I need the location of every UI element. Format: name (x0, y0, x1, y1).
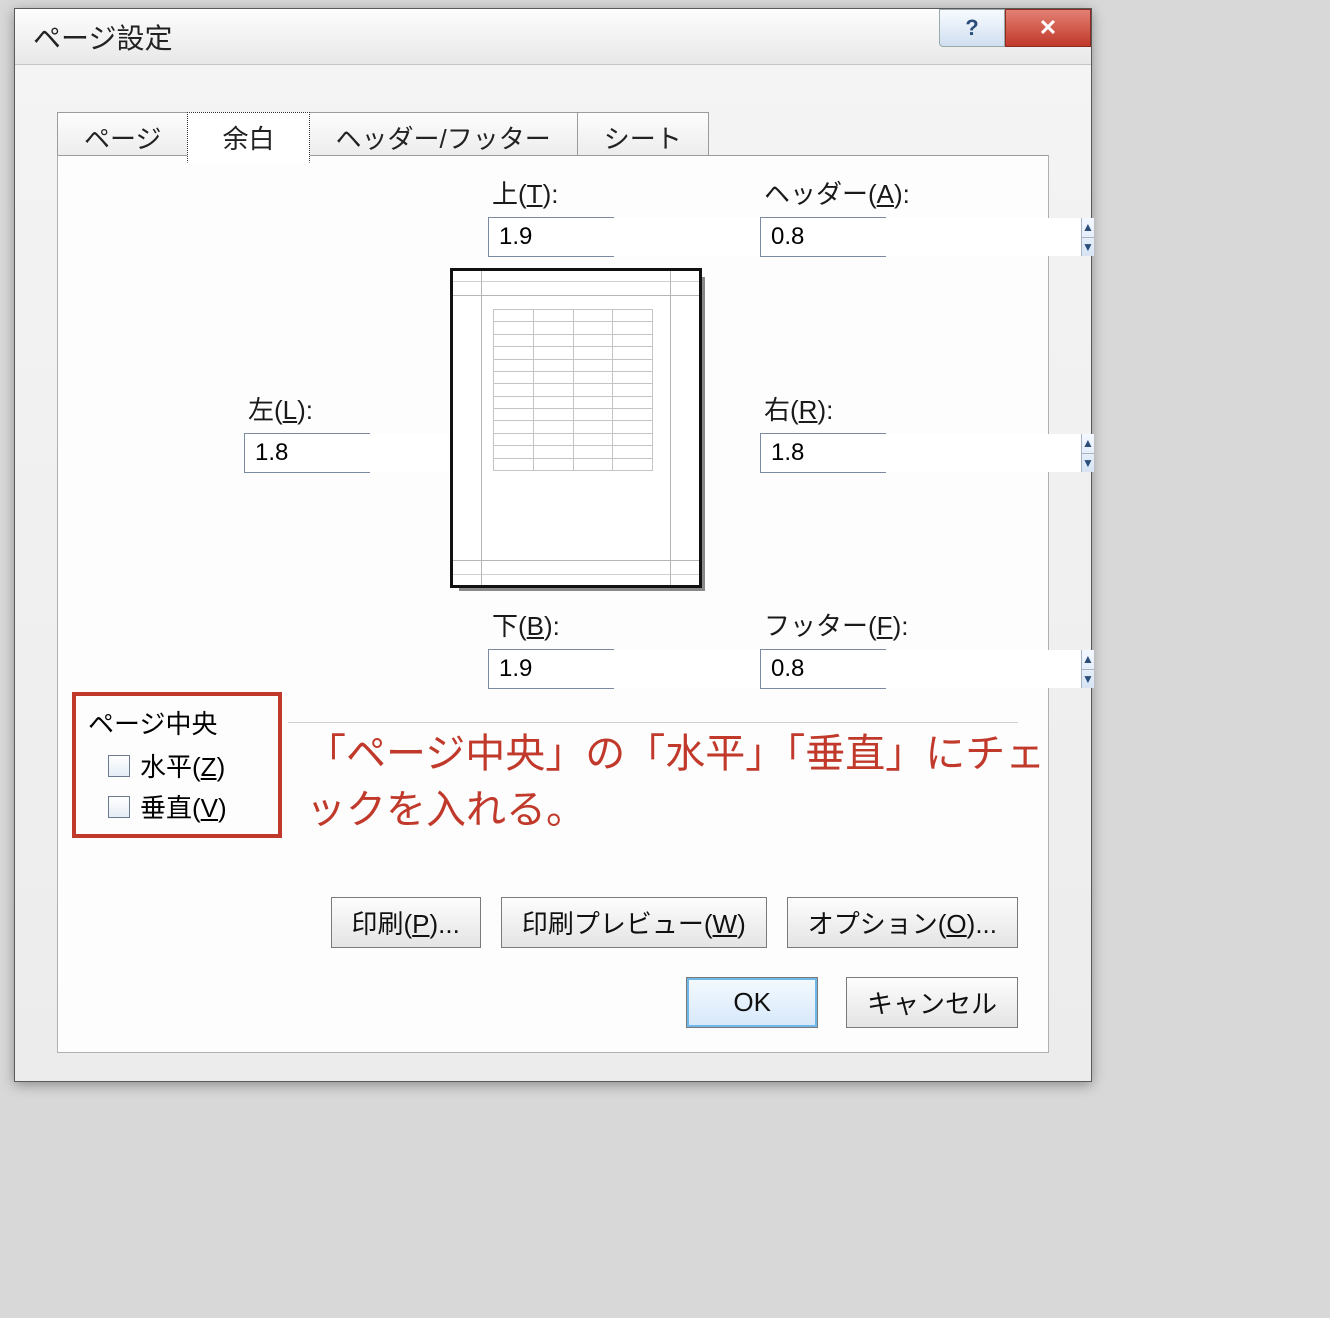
margin-header-label: ヘッダー(A): (760, 174, 910, 211)
margin-header-input[interactable] (761, 218, 1081, 256)
margin-footer-field: フッター(F): ▲▼ (760, 606, 908, 689)
margin-footer-input[interactable] (761, 650, 1081, 688)
ok-button[interactable]: OK (686, 977, 818, 1028)
vertical-checkbox[interactable] (108, 796, 130, 818)
titlebar: ページ設定 ? ✕ (15, 9, 1091, 65)
print-button[interactable]: 印刷(P)... (331, 897, 481, 948)
help-icon: ? (965, 15, 978, 41)
divider (288, 722, 1018, 723)
margin-header-spinner[interactable]: ▲▼ (760, 217, 886, 257)
margin-right-spinner[interactable]: ▲▼ (760, 433, 886, 473)
vertical-label: 垂直(V) (140, 788, 227, 825)
margin-left-label: 左(L): (244, 390, 370, 427)
page-center-label: ページ中央 (88, 704, 266, 741)
margin-bottom-field: 下(B): ▲▼ (488, 606, 614, 689)
margin-bottom-label: 下(B): (488, 606, 614, 643)
spin-icon[interactable]: ▲▼ (1081, 650, 1094, 688)
page-center-group: ページ中央 水平(Z) 垂直(V) (72, 692, 282, 838)
margin-left-field: 左(L): ▲▼ (244, 390, 370, 473)
spin-icon[interactable]: ▲▼ (1081, 434, 1094, 472)
annotation-text: 「ページ中央」の「水平」「垂直」にチェックを入れる。 (306, 726, 1048, 838)
help-button[interactable]: ? (939, 9, 1005, 47)
margin-right-label: 右(R): (760, 390, 886, 427)
margin-left-spinner[interactable]: ▲▼ (244, 433, 370, 473)
print-preview-button[interactable]: 印刷プレビュー(W) (501, 897, 767, 948)
horizontal-checkbox[interactable] (108, 755, 130, 777)
margin-header-field: ヘッダー(A): ▲▼ (760, 174, 910, 257)
margin-top-field: 上(T): ▲▼ (488, 174, 614, 257)
horizontal-label: 水平(Z) (140, 747, 225, 784)
tab-margins[interactable]: 余白 (187, 112, 309, 163)
margin-footer-spinner[interactable]: ▲▼ (760, 649, 886, 689)
preview-grid-icon (493, 309, 653, 471)
margin-right-input[interactable] (761, 434, 1081, 472)
margin-footer-label: フッター(F): (760, 606, 908, 643)
dialog-title: ページ設定 (33, 17, 172, 57)
margin-top-label: 上(T): (488, 174, 614, 211)
margin-top-spinner[interactable]: ▲▼ (488, 217, 614, 257)
margin-right-field: 右(R): ▲▼ (760, 390, 886, 473)
margins-panel: 上(T): ▲▼ ヘッダー(A): ▲▼ 左(L): ▲▼ (57, 155, 1049, 1053)
spin-icon[interactable]: ▲▼ (1081, 218, 1094, 256)
close-button[interactable]: ✕ (1005, 9, 1091, 47)
options-button[interactable]: オプション(O)... (787, 897, 1018, 948)
close-icon: ✕ (1039, 15, 1057, 41)
margin-bottom-spinner[interactable]: ▲▼ (488, 649, 614, 689)
page-setup-dialog: ページ設定 ? ✕ ページ 余白 ヘッダー/フッター シート 上(T): ▲▼ … (14, 8, 1092, 1082)
cancel-button[interactable]: キャンセル (846, 977, 1018, 1028)
page-preview (450, 268, 702, 588)
